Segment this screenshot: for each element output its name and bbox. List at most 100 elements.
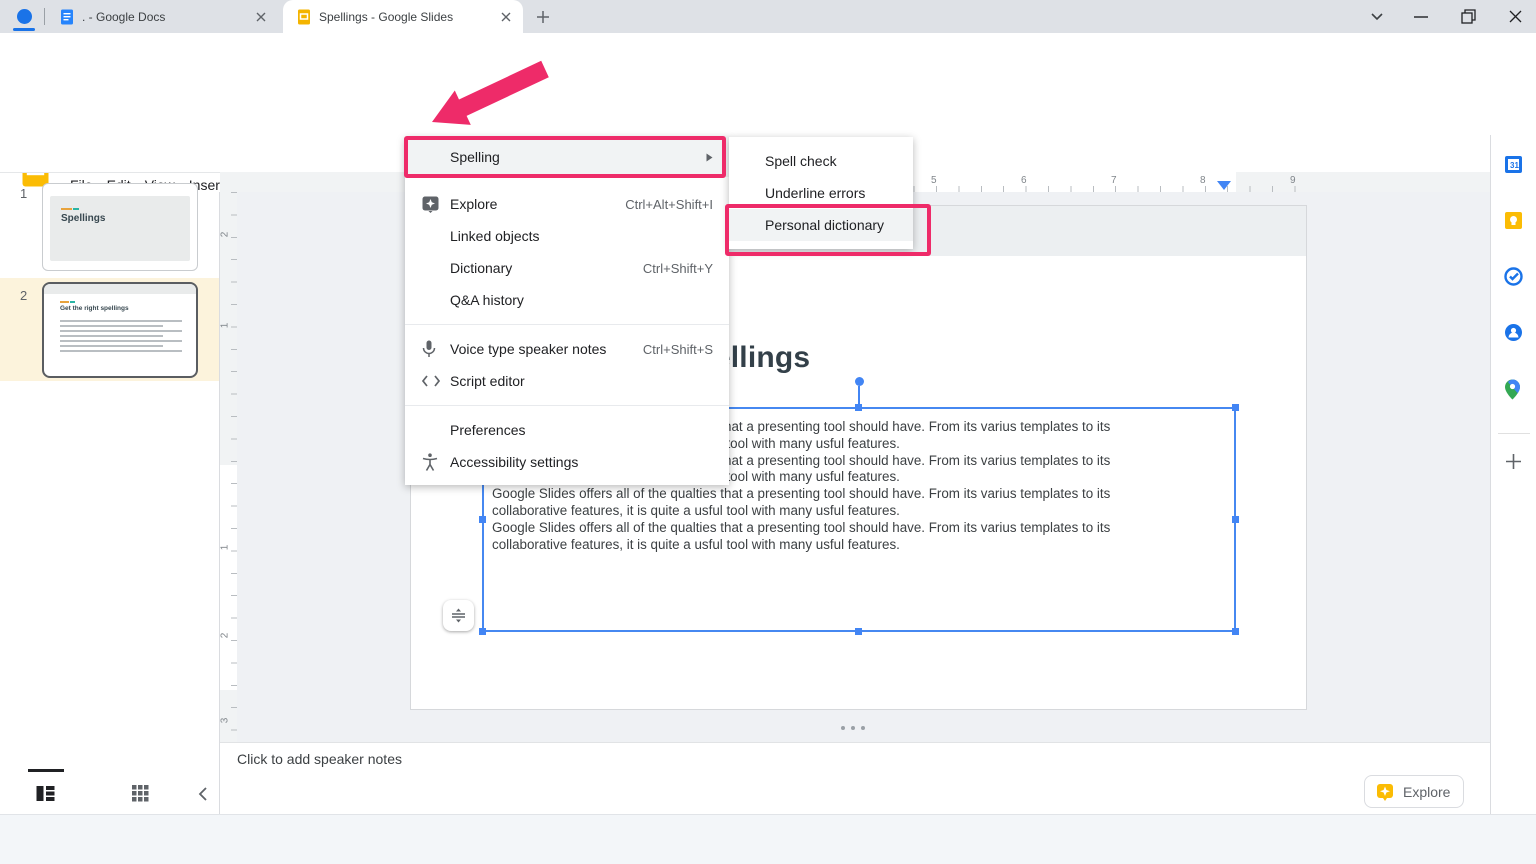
resize-handle-s[interactable]	[855, 628, 862, 635]
autofit-text-button[interactable]	[443, 600, 474, 631]
menu-item-label: Script editor	[450, 373, 525, 389]
tab-google-slides-active[interactable]: Spellings - Google Slides	[283, 0, 523, 33]
svg-text:31: 31	[1510, 161, 1519, 170]
tools-menu: Spelling Explore Ctrl+Alt+Shift+I Linked…	[405, 137, 729, 485]
slide-2-thumbnail[interactable]: Get the right spellings	[42, 282, 198, 378]
menu-item-explore[interactable]: Explore Ctrl+Alt+Shift+I	[405, 188, 729, 220]
resize-handle-ne[interactable]	[1232, 404, 1239, 411]
pinned-tab-icon[interactable]	[17, 9, 32, 24]
menu-item-label: Spell check	[765, 153, 837, 169]
body-paragraph: Google Slides offers all of the qualties…	[492, 486, 1111, 518]
menu-item-spell-check[interactable]: Spell check	[729, 145, 913, 177]
ruler-number: 7	[1111, 175, 1117, 186]
menu-item-dictionary[interactable]: Dictionary Ctrl+Shift+Y	[405, 252, 729, 284]
tab-separator	[44, 8, 45, 25]
menu-item-qa-history[interactable]: Q&A history	[405, 284, 729, 316]
ruler-number: 8	[1200, 175, 1206, 186]
vertical-ruler[interactable]: 2 1 1 2 3	[219, 192, 237, 742]
new-tab-button[interactable]	[536, 10, 550, 24]
add-addon-plus-icon[interactable]	[1505, 453, 1522, 470]
menu-item-label: Q&A history	[450, 292, 524, 308]
explore-button[interactable]: Explore	[1364, 775, 1464, 808]
ruler-number: 3	[219, 717, 231, 724]
accessibility-icon	[422, 453, 438, 471]
tab-google-docs[interactable]: . - Google Docs	[52, 0, 276, 33]
close-tab-icon[interactable]	[256, 12, 266, 22]
menu-item-linked-objects[interactable]: Linked objects	[405, 220, 729, 252]
resize-handle-se[interactable]	[1232, 628, 1239, 635]
ruler-number: 9	[1290, 175, 1296, 186]
menu-item-personal-dictionary[interactable]: Personal dictionary	[729, 209, 913, 241]
browser-navbar: docs.google.com/presentation/d/1TfHYmCrW…	[0, 33, 1536, 97]
ruler-number: 5	[931, 175, 937, 186]
windows-taskbar: L M 4	[0, 814, 1536, 864]
menu-item-accessibility[interactable]: Accessibility settings	[405, 446, 729, 478]
menu-item-label: Explore	[450, 196, 498, 212]
resize-handle-sw[interactable]	[479, 628, 486, 635]
thumb-top-band	[44, 284, 196, 294]
side-panel-divider	[1498, 433, 1530, 434]
speaker-notes-placeholder[interactable]: Click to add speaker notes	[237, 751, 402, 767]
ruler-number: 6	[1021, 175, 1027, 186]
menu-item-script-editor[interactable]: Script editor	[405, 365, 729, 397]
slide-2-number: 2	[20, 288, 28, 303]
resize-handle-e[interactable]	[1232, 516, 1239, 523]
slide-1-number: 1	[20, 186, 28, 201]
thumb-accent-dash	[61, 208, 72, 210]
thumb-background	[50, 196, 190, 261]
menu-divider	[405, 405, 729, 406]
menu-shortcut: Ctrl+Shift+Y	[642, 260, 713, 276]
menu-item-label: Preferences	[450, 422, 526, 438]
rotation-handle[interactable]	[855, 377, 864, 386]
menu-item-label: Linked objects	[450, 228, 540, 244]
menu-shortcut: Ctrl+Alt+Shift+I	[625, 196, 713, 212]
explore-menu-icon	[422, 196, 439, 213]
ruler-number: 2	[219, 231, 231, 238]
microphone-icon	[422, 340, 436, 358]
slides-header: Spellings File Edit View Insert Format S…	[0, 66, 1536, 196]
thumb-title: Spellings	[61, 213, 106, 224]
menu-divider	[405, 324, 729, 325]
tasks-icon[interactable]	[1504, 267, 1523, 286]
resize-handle-w[interactable]	[479, 516, 486, 523]
browser-tab-strip: . - Google Docs Spellings - Google Slide…	[0, 0, 1536, 33]
tab-title: . - Google Docs	[82, 9, 166, 24]
menu-item-underline-errors[interactable]: Underline errors	[729, 177, 913, 209]
menu-item-label: Dictionary	[450, 260, 513, 276]
menu-item-label: Accessibility settings	[450, 454, 579, 470]
submenu-arrow-icon	[706, 153, 713, 162]
google-side-panel: 31	[1490, 135, 1536, 814]
menu-item-voice-type[interactable]: Voice type speaker notes Ctrl+Shift+S	[405, 333, 729, 365]
collapse-filmstrip-button[interactable]	[188, 780, 216, 808]
ruler-ticks	[231, 192, 237, 742]
thumb-accent-dash	[70, 301, 75, 303]
contacts-icon[interactable]	[1504, 323, 1523, 342]
ruler-indent-marker[interactable]	[1217, 181, 1231, 190]
window-restore-button[interactable]	[1461, 9, 1476, 24]
thumb-title: Get the right spellings	[60, 305, 129, 312]
menu-item-label: Underline errors	[765, 185, 866, 201]
tab-title: Spellings - Google Slides	[319, 9, 454, 24]
notes-resize-handle[interactable]	[841, 726, 865, 730]
grid-view-button[interactable]	[132, 785, 149, 802]
docs-icon	[60, 9, 74, 25]
menu-item-preferences[interactable]: Preferences	[405, 414, 729, 446]
speaker-notes-area[interactable]: Click to add speaker notes	[220, 742, 1490, 814]
calendar-icon[interactable]: 31	[1504, 155, 1523, 174]
active-view-indicator	[28, 769, 64, 772]
tab-search-chevron-icon[interactable]	[1370, 12, 1384, 22]
explore-icon	[1377, 783, 1393, 801]
thumb-accent-dash	[73, 208, 79, 210]
window-minimize-button[interactable]	[1414, 16, 1428, 18]
window-close-button[interactable]	[1509, 10, 1522, 23]
explore-label: Explore	[1403, 783, 1451, 800]
filmstrip-view-button[interactable]	[36, 785, 55, 802]
menu-shortcut: Ctrl+Shift+S	[642, 341, 713, 357]
menu-item-label: Spelling	[450, 149, 500, 165]
maps-icon[interactable]	[1504, 379, 1521, 400]
close-tab-icon[interactable]	[501, 12, 511, 22]
filmstrip-panel: 1 Spellings 2 Get the right spellings	[0, 183, 220, 814]
keep-icon[interactable]	[1504, 211, 1523, 230]
menu-item-spelling[interactable]: Spelling	[405, 137, 729, 177]
slide-1-thumbnail[interactable]: Spellings	[42, 183, 198, 271]
